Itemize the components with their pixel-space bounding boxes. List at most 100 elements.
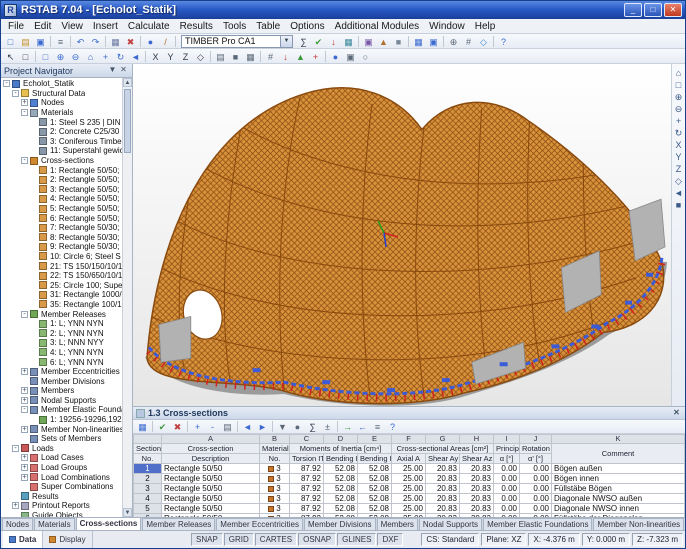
view-y-icon[interactable]: Y [163, 50, 178, 63]
tree-item-super-combinations[interactable]: Super Combinations [1, 482, 122, 492]
delete-row-icon[interactable]: - [205, 420, 220, 433]
cell-value[interactable]: 20.83 [426, 464, 460, 474]
tree-item-6-l-ynn-nyn[interactable]: 6: L; YNN NYN [1, 357, 122, 367]
cell-value[interactable]: 52.08 [324, 474, 358, 484]
column-letter-f[interactable]: F [392, 435, 426, 444]
copy-icon[interactable]: ▦ [108, 35, 123, 48]
menu-item-calculate[interactable]: Calculate [123, 20, 175, 33]
solid-mode-icon[interactable]: ■ [228, 50, 243, 63]
tree-item-member-eccentricities[interactable]: +Member Eccentricities [1, 367, 122, 377]
collapse-icon[interactable]: - [21, 406, 28, 413]
insert-row-icon[interactable]: + [190, 420, 205, 433]
expand-icon[interactable]: + [21, 387, 28, 394]
cell-value[interactable]: 52.08 [358, 504, 392, 514]
show-axes-icon[interactable]: + [308, 50, 323, 63]
collapse-icon[interactable]: - [12, 445, 19, 452]
table-tab-member-non-linearities[interactable]: Member Non-linearities [593, 518, 684, 530]
cell-value[interactable]: 20.83 [460, 494, 494, 504]
tree-item-11-superstahl-gewichtslos[interactable]: 11: Superstahl gewichtslos [1, 146, 122, 156]
isometric-side-icon[interactable]: ◇ [672, 174, 685, 186]
menu-item-results[interactable]: Results [175, 20, 218, 33]
zoom-all-icon[interactable]: ⌂ [83, 50, 98, 63]
find-icon[interactable]: ● [290, 420, 305, 433]
zoom-all-side-icon[interactable]: ⌂ [672, 66, 685, 78]
table-tab-nodal-supports[interactable]: Nodal Supports [419, 518, 482, 530]
scroll-down-icon[interactable]: ▼ [123, 508, 132, 517]
tree-item-sets-of-members[interactable]: Sets of Members [1, 434, 122, 444]
collapse-icon[interactable]: - [12, 90, 19, 97]
table-tab-cross-sections[interactable]: Cross-sections [76, 517, 142, 530]
cell-description[interactable]: Rectangle 50/50 [162, 464, 260, 474]
tree-item-load-combinations[interactable]: +Load Combinations [1, 472, 122, 482]
navigator-scrollbar[interactable]: ▲ ▼ [122, 78, 132, 517]
menu-item-view[interactable]: View [56, 20, 88, 33]
tree-item-load-cases[interactable]: +Load Cases [1, 453, 122, 463]
pan-icon[interactable]: + [98, 50, 113, 63]
tree-item-4-rectangle-50-50-conif[interactable]: 4: Rectangle 50/50; Conif [1, 194, 122, 204]
tree-item-5-rectangle-50-50-conif[interactable]: 5: Rectangle 50/50; Conif [1, 204, 122, 214]
tree-item-3-l-nnn-nyy[interactable]: 3: L; NNN NYY [1, 338, 122, 348]
render-side-icon[interactable]: ■ [672, 198, 685, 210]
toggle-snap[interactable]: SNAP [191, 533, 223, 546]
cell-comment[interactable]: Bögen innen [552, 474, 685, 484]
apply-icon[interactable]: ✔ [155, 420, 170, 433]
tree-item-1-19256-19296-19298-19[interactable]: 1: 19256-19296,19298-19 [1, 415, 122, 425]
viewport-3d[interactable] [133, 64, 671, 406]
tree-item-22-ts-150-650-10-10-10-2[interactable]: 22: TS 150/650/10/10/10/2 [1, 271, 122, 281]
tree-item-member-non-linearities[interactable]: +Member Non-linearities [1, 424, 122, 434]
cell-material[interactable]: 3 [260, 474, 290, 484]
cell-value[interactable]: 20.83 [460, 464, 494, 474]
tree-item-1-rectangle-50-50-conif[interactable]: 1: Rectangle 50/50; Conif [1, 165, 122, 175]
delete-icon[interactable]: ✖ [123, 35, 138, 48]
zoom-in-side-icon[interactable]: ⊕ [672, 90, 685, 102]
previous-view-side-icon[interactable]: ◄ [672, 186, 685, 198]
cell-value[interactable]: 0.00 [494, 484, 520, 494]
cell-comment[interactable]: Diagonale NWSO außen [552, 494, 685, 504]
tree-item-35-rectangle-100-100-s[interactable]: 35: Rectangle 100/100; S [1, 300, 122, 310]
units-icon[interactable]: ± [320, 420, 335, 433]
column-letter-k[interactable]: K [552, 435, 685, 444]
cell-value[interactable]: 0.00 [520, 494, 552, 504]
column-letter-b[interactable]: B [260, 435, 290, 444]
previous-table-icon[interactable]: ◄ [240, 420, 255, 433]
cell-value[interactable]: 0.00 [494, 464, 520, 474]
row-number[interactable]: 5 [134, 504, 162, 514]
toggle-cartes[interactable]: CARTES [255, 533, 297, 546]
cell-value[interactable]: 20.83 [426, 474, 460, 484]
view-x-side-icon[interactable]: X [672, 138, 685, 150]
table-tab-member-divisions[interactable]: Member Divisions [304, 518, 376, 530]
tree-item-6-rectangle-50-50-conif[interactable]: 6: Rectangle 50/50; Conif [1, 213, 122, 223]
results-icon[interactable]: ▦ [341, 35, 356, 48]
zoom-window-side-icon[interactable]: □ [672, 78, 685, 90]
expand-icon[interactable]: + [21, 474, 28, 481]
tree-item-printout-reports[interactable]: +Printout Reports [1, 501, 122, 511]
menu-item-insert[interactable]: Insert [88, 20, 123, 33]
expand-icon[interactable]: + [21, 426, 28, 433]
tree-item-2-rectangle-50-50-conif[interactable]: 2: Rectangle 50/50; Conif [1, 175, 122, 185]
tree-item-members[interactable]: +Members [1, 386, 122, 396]
redo-icon[interactable]: ↷ [88, 35, 103, 48]
menu-item-help[interactable]: Help [470, 20, 501, 33]
cell-value[interactable]: 87.92 [290, 464, 324, 474]
cell-value[interactable]: 20.83 [460, 504, 494, 514]
tree-item-2-l-ynn-nyn[interactable]: 2: L; YNN NYN [1, 328, 122, 338]
cell-description[interactable]: Rectangle 50/50 [162, 494, 260, 504]
cell-value[interactable]: 0.00 [494, 474, 520, 484]
background-icon[interactable]: ○ [358, 50, 373, 63]
module-combo[interactable]: TIMBER Pro CA1 ▼ [181, 35, 293, 48]
scrollbar-thumb[interactable] [124, 89, 131, 153]
cell-value[interactable]: 0.00 [494, 504, 520, 514]
tree-item-member-elastic-foundations[interactable]: -Member Elastic Foundations [1, 405, 122, 415]
table-tab-member-elastic-foundations[interactable]: Member Elastic Foundations [483, 518, 592, 530]
visibility-icon[interactable]: ● [328, 50, 343, 63]
view-x-icon[interactable]: X [148, 50, 163, 63]
modules-icon[interactable]: ▣ [361, 35, 376, 48]
collapse-icon[interactable]: - [21, 109, 28, 116]
cell-value[interactable]: 0.00 [494, 494, 520, 504]
show-supports-icon[interactable]: ▲ [293, 50, 308, 63]
cell-value[interactable]: 25.00 [392, 474, 426, 484]
cell-value[interactable]: 52.08 [324, 484, 358, 494]
filter-icon[interactable]: ▼ [275, 420, 290, 433]
help-icon[interactable]: ? [496, 35, 511, 48]
navigator-header[interactable]: Project Navigator ▼ ✕ [1, 64, 132, 78]
